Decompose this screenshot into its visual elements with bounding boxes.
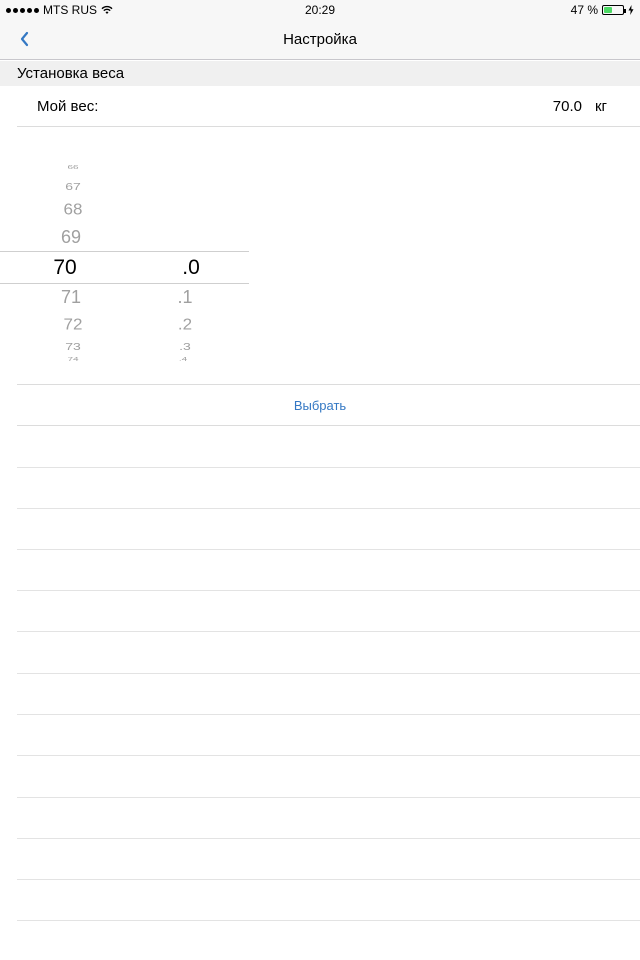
status-right: 47 % (571, 0, 634, 20)
picker-integer-item[interactable]: 67 (48, 180, 98, 192)
navigation-bar: Настройка (0, 20, 640, 60)
section-header: Установка веса (0, 61, 640, 86)
weight-label: Мой вес: (37, 98, 99, 115)
picker-decimal-item[interactable]: .2 (160, 316, 210, 334)
table-row-separator (17, 879, 640, 880)
table-row-separator (17, 797, 640, 798)
battery-percentage: 47 % (570, 3, 598, 17)
select-button[interactable]: Выбрать (17, 385, 623, 427)
battery-icon (602, 5, 626, 15)
picker-decimal-item[interactable]: .4 (158, 356, 208, 362)
table-row-separator (17, 549, 640, 550)
weight-row: Мой вес: 70.0 кг (17, 86, 640, 127)
page-title: Настройка (283, 31, 357, 48)
table-row-separator (17, 467, 640, 468)
charging-icon (628, 5, 634, 15)
status-bar: MTS RUS 20:29 47 % (0, 0, 640, 20)
picker-integer-item[interactable]: 72 (48, 316, 98, 334)
picker-integer-item[interactable]: 74 (48, 356, 98, 362)
picker-integer-item[interactable]: 71 (46, 287, 96, 308)
table-row-separator (17, 838, 640, 839)
select-row: Выбрать (17, 384, 640, 426)
picker-decimal-item[interactable]: .3 (160, 340, 210, 352)
picker-integer-item[interactable]: 68 (48, 201, 98, 219)
table-row-separator (17, 631, 640, 632)
status-time: 20:29 (304, 3, 336, 17)
table-row-separator (17, 508, 640, 509)
picker-decimal-selected[interactable]: .0 (166, 256, 216, 280)
weight-value: 70.0 (552, 98, 582, 115)
picker-integer-selected[interactable]: 70 (40, 256, 90, 280)
table-row-separator (17, 673, 640, 674)
weight-unit: кг (594, 98, 607, 115)
picker-integer-item[interactable]: 73 (48, 340, 98, 352)
table-row-separator (17, 714, 640, 715)
picker-integer-item[interactable]: 69 (46, 227, 96, 248)
table-row-separator (17, 755, 640, 756)
picker-selection-bottom-line (0, 283, 249, 284)
weight-picker[interactable]: 66 67 68 69 70 71 72 73 74 .0 .1 .2 .3 .… (0, 128, 640, 384)
picker-decimal-item[interactable]: .1 (160, 287, 210, 308)
table-row-separator (17, 920, 640, 921)
table-row-separator (17, 590, 640, 591)
picker-integer-item[interactable]: 66 (48, 164, 98, 170)
picker-selection-top-line (0, 251, 249, 252)
